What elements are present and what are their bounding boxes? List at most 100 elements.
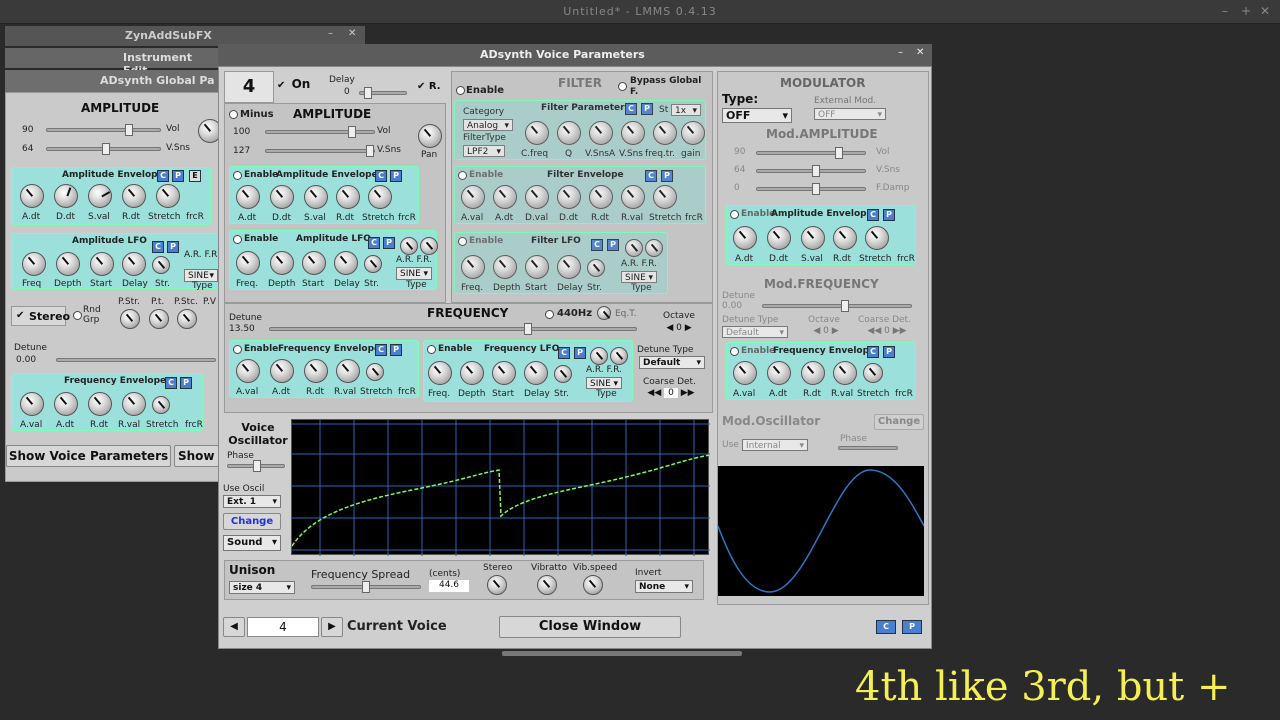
stereo-knob[interactable] — [487, 575, 507, 595]
close-window-button[interactable]: Close Window — [499, 616, 681, 638]
vsns-knob[interactable] — [621, 121, 645, 145]
lfo-type-select[interactable]: SINE — [396, 267, 432, 280]
p-button[interactable]: P — [390, 344, 402, 356]
enable-checkbox[interactable] — [730, 347, 739, 356]
adt-knob[interactable] — [54, 392, 78, 416]
minus-checkbox[interactable] — [229, 110, 238, 119]
pt-knob[interactable] — [149, 309, 169, 329]
c-button[interactable]: C — [867, 346, 879, 358]
c-button[interactable]: C — [375, 344, 387, 356]
depth-knob[interactable] — [460, 361, 484, 385]
p-button[interactable]: P — [574, 347, 586, 359]
detune-type-select[interactable]: Default — [639, 356, 705, 369]
phase-slider[interactable] — [227, 460, 285, 472]
rdt-knob[interactable] — [589, 185, 613, 209]
ddt-knob[interactable] — [54, 184, 78, 208]
detune-slider[interactable] — [269, 323, 637, 335]
enable-checkbox[interactable] — [233, 345, 242, 354]
c-button[interactable]: C — [591, 239, 603, 251]
stretch-knob[interactable] — [863, 363, 883, 383]
eqt-knob[interactable] — [597, 306, 611, 320]
delay-knob[interactable] — [557, 255, 581, 279]
adt-knob[interactable] — [767, 361, 791, 385]
rval-knob[interactable] — [122, 392, 146, 416]
close-icon[interactable]: ✕ — [348, 28, 356, 39]
mod-detune-slider[interactable] — [762, 300, 912, 312]
p-button[interactable]: P — [883, 209, 895, 221]
bypass-checkbox[interactable] — [618, 82, 627, 91]
mod-vol-slider[interactable] — [756, 147, 866, 159]
mod-detune-type-select[interactable]: Default — [722, 326, 788, 339]
delay-knob[interactable] — [122, 252, 146, 276]
fr-knob[interactable] — [610, 347, 628, 365]
voice-window-titlebar[interactable]: ADsynth Voice Parameters – ✕ — [218, 44, 932, 66]
aval-knob[interactable] — [20, 392, 44, 416]
pstc-knob[interactable] — [177, 309, 197, 329]
change-button[interactable]: Change — [223, 513, 281, 530]
ext-mod-select[interactable]: OFF — [814, 108, 886, 121]
e-button[interactable]: E — [189, 170, 201, 182]
detune-slider[interactable] — [56, 358, 216, 362]
prev-voice-button[interactable]: ◀ — [223, 617, 245, 637]
mod-vsns-slider[interactable] — [756, 165, 866, 177]
stretch-knob[interactable] — [865, 226, 889, 250]
vol-slider[interactable] — [265, 126, 375, 138]
vsns-slider[interactable] — [46, 143, 161, 155]
stretch-knob[interactable] — [152, 396, 170, 414]
c-button[interactable]: C — [625, 103, 637, 115]
c-button[interactable]: C — [876, 620, 896, 634]
adt-knob[interactable] — [733, 226, 757, 250]
on-checkbox[interactable]: ✔ On — [277, 77, 315, 97]
p-button[interactable]: P — [883, 346, 895, 358]
c-button[interactable]: C — [558, 347, 570, 359]
depth-knob[interactable] — [270, 251, 294, 275]
stretch-knob[interactable] — [368, 185, 392, 209]
filter-enable-checkbox[interactable] — [456, 86, 465, 95]
rdt-knob[interactable] — [336, 185, 360, 209]
start-knob[interactable] — [492, 361, 516, 385]
str-knob[interactable] — [364, 255, 382, 273]
vibratto-knob[interactable] — [537, 575, 557, 595]
freq-knob[interactable] — [22, 252, 46, 276]
c-button[interactable]: C — [152, 241, 164, 253]
minimize-icon[interactable]: – — [1222, 4, 1228, 18]
p-button[interactable]: P — [383, 237, 395, 249]
ddt-knob[interactable] — [557, 185, 581, 209]
delay-knob[interactable] — [334, 251, 358, 275]
cfreq-knob[interactable] — [525, 121, 549, 145]
close-icon[interactable]: ✕ — [916, 47, 924, 58]
enable-checkbox[interactable] — [427, 345, 436, 354]
rdt-knob[interactable] — [801, 361, 825, 385]
rval-knob[interactable] — [336, 359, 360, 383]
sound-select[interactable]: Sound — [223, 535, 281, 551]
mod-phase-slider[interactable] — [838, 446, 898, 450]
zyn-window-titlebar[interactable]: ZynAddSubFX – ✕ — [5, 26, 365, 46]
mod-change-button[interactable]: Change — [874, 414, 924, 430]
filter-type-select[interactable]: LPF2 — [463, 145, 505, 158]
adt-knob[interactable] — [493, 185, 517, 209]
r-checkbox[interactable]: ✔ R. — [417, 81, 441, 92]
depth-knob[interactable] — [56, 252, 80, 276]
c-button[interactable]: C — [375, 170, 387, 182]
st-select[interactable]: 1x — [671, 104, 701, 117]
vib-speed-knob[interactable] — [583, 575, 603, 595]
aval-knob[interactable] — [236, 359, 260, 383]
p-button[interactable]: P — [167, 241, 179, 253]
c-button[interactable]: C — [867, 209, 879, 221]
global-window-titlebar[interactable]: ADsynth Global Pa — [5, 70, 220, 92]
sval-knob[interactable] — [304, 185, 328, 209]
freqtr-knob[interactable] — [653, 121, 677, 145]
rdt-knob[interactable] — [833, 226, 857, 250]
use-oscil-select[interactable]: Ext. 1 — [223, 495, 281, 508]
stretch-knob[interactable] — [366, 363, 384, 381]
category-select[interactable]: Analog — [463, 119, 513, 132]
mod-octave-spinner[interactable]: ◀ 0 ▶ — [804, 326, 848, 338]
str-knob[interactable] — [587, 259, 605, 277]
start-knob[interactable] — [90, 252, 114, 276]
enable-checkbox[interactable] — [458, 171, 467, 180]
fr-knob[interactable] — [645, 239, 663, 257]
delay-knob[interactable] — [524, 361, 548, 385]
adt-knob[interactable] — [270, 359, 294, 383]
mod-type-select[interactable]: OFF — [722, 108, 792, 123]
rnd-grp-checkbox[interactable] — [73, 311, 82, 320]
